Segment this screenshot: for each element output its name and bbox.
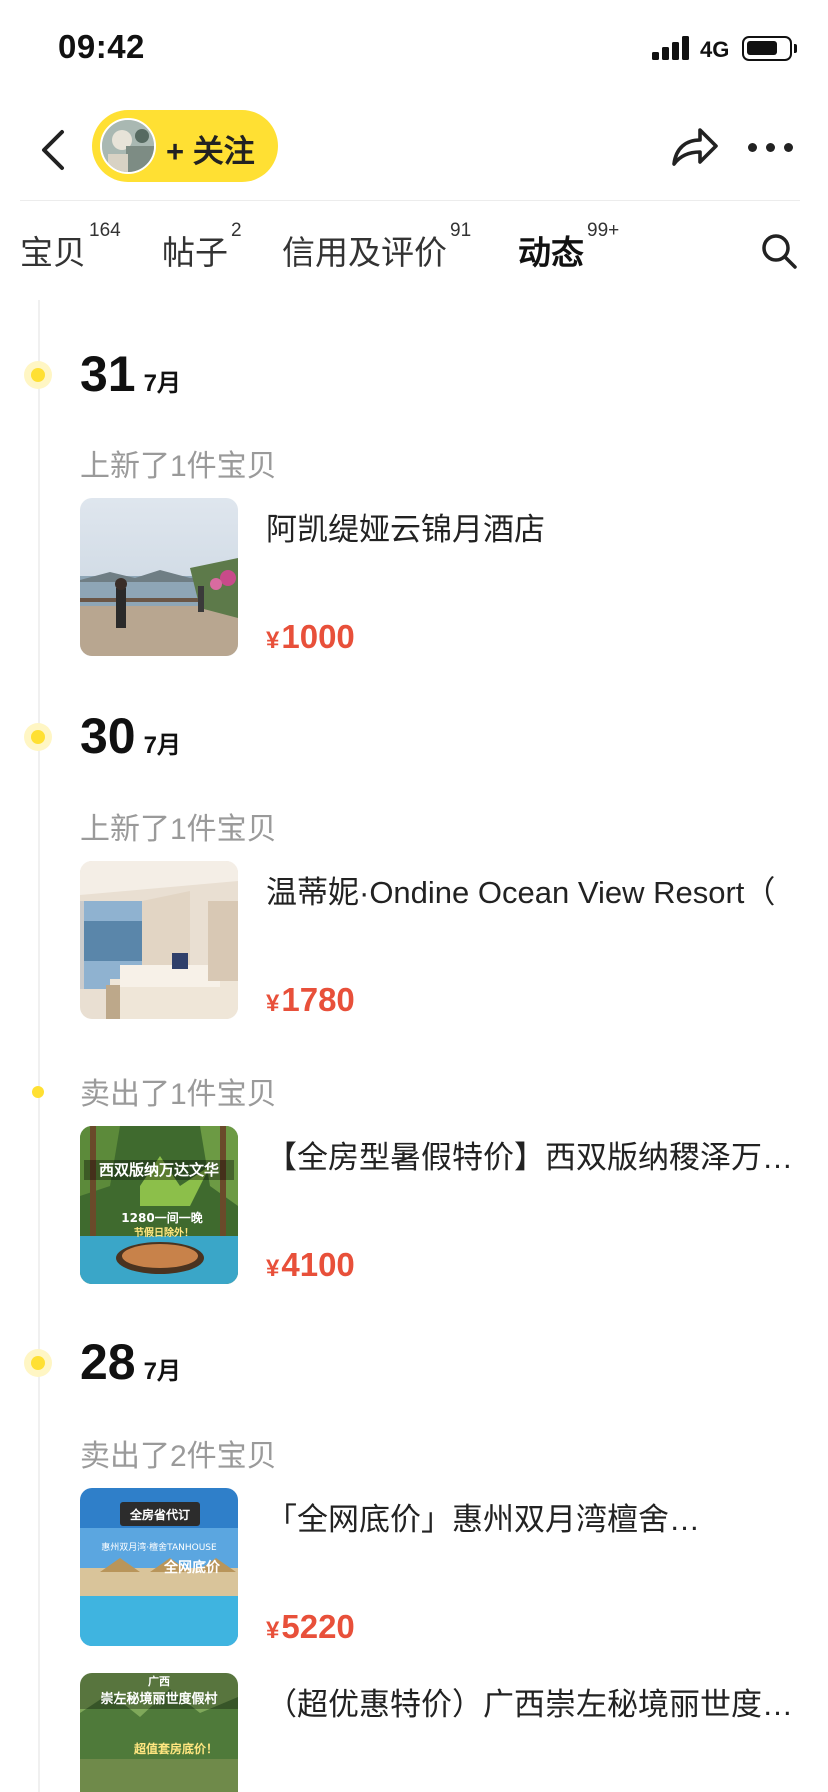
follow-button[interactable]: + 关注 xyxy=(92,110,278,182)
item-title: 阿凯缇娅云锦月酒店 xyxy=(266,512,545,547)
tab-posts[interactable]: 帖子2 xyxy=(162,220,242,274)
event-label: 上新了1件宝贝 xyxy=(80,450,277,483)
timeline-dot xyxy=(24,1349,52,1377)
date-header: 31 7月 xyxy=(80,345,181,403)
thumb-caption: 全房省代订 xyxy=(129,1507,190,1522)
timeline-dot-small xyxy=(32,1086,44,1098)
tab-items[interactable]: 宝贝164 xyxy=(20,220,121,274)
currency-symbol: ¥ xyxy=(266,1617,280,1644)
item-title: （超优惠特价）广西崇左秘境丽世度… xyxy=(266,1687,793,1722)
item-thumbnail xyxy=(80,498,238,656)
item-thumbnail: 广西 崇左秘境丽世度假村 超值套房底价！ xyxy=(80,1673,238,1792)
date-day: 30 xyxy=(80,708,136,764)
date-header: 30 7月 xyxy=(80,707,181,765)
tab-label: 宝贝 xyxy=(20,234,86,271)
thumb-caption: 崇左秘境丽世度假村 xyxy=(100,1691,217,1707)
list-item[interactable]: 温蒂妮·Ondine Ocean View Resort（ ¥1780 xyxy=(80,861,800,1021)
item-title: 「全网底价」惠州双月湾檀舍… xyxy=(266,1502,700,1537)
share-button[interactable] xyxy=(668,122,720,172)
search-icon xyxy=(762,234,797,269)
tab-activity[interactable]: 动态99+ xyxy=(518,220,619,274)
date-month: 7月 xyxy=(143,1358,181,1385)
tab-label: 帖子 xyxy=(162,234,228,271)
thumb-caption: 超值套房底价！ xyxy=(133,1741,218,1756)
item-price: ¥5220 xyxy=(266,1608,355,1646)
price-value: 1000 xyxy=(281,618,355,655)
item-title: 温蒂妮·Ondine Ocean View Resort（ xyxy=(266,875,776,910)
thumb-caption: 西双版纳万达文华 xyxy=(99,1161,219,1179)
item-thumbnail: 西双版纳万达文华 1280一间一晚 节假日除外！ xyxy=(80,1126,238,1284)
tab-credit-reviews[interactable]: 信用及评价91 xyxy=(282,220,471,274)
thumb-caption: 广西 xyxy=(148,1674,170,1688)
currency-symbol: ¥ xyxy=(266,1255,280,1282)
date-header: 28 7月 xyxy=(80,1333,181,1391)
event-label: 卖出了2件宝贝 xyxy=(80,1440,277,1473)
nav-divider xyxy=(20,200,800,201)
price-value: 1780 xyxy=(281,981,355,1018)
tab-label: 信用及评价 xyxy=(282,234,447,271)
item-title: 【全房型暑假特价】西双版纳稷泽万… xyxy=(266,1140,793,1175)
thumb-caption: 全网底价 xyxy=(163,1559,221,1576)
tab-count: 2 xyxy=(231,220,242,241)
timeline-dot xyxy=(24,723,52,751)
item-price: ¥1780 xyxy=(266,981,355,1019)
list-item[interactable]: 西双版纳万达文华 1280一间一晚 节假日除外！ 【全房型暑假特价】西双版纳稷泽… xyxy=(80,1126,800,1286)
tab-count: 164 xyxy=(89,220,121,241)
date-day: 31 xyxy=(80,346,136,402)
status-time: 09:42 xyxy=(58,28,145,65)
item-thumbnail xyxy=(80,861,238,1019)
battery-cap xyxy=(794,44,797,53)
thumb-caption: 节假日除外！ xyxy=(134,1226,194,1239)
date-month: 7月 xyxy=(143,370,181,397)
tab-label: 动态 xyxy=(518,234,584,271)
price-value: 5220 xyxy=(281,1608,355,1645)
date-month: 7月 xyxy=(143,732,181,759)
list-item[interactable]: 阿凯缇娅云锦月酒店 ¥1000 xyxy=(80,498,800,658)
currency-symbol: ¥ xyxy=(266,990,280,1017)
tab-count: 91 xyxy=(450,220,472,241)
network-type: 4G xyxy=(700,37,730,62)
chevron-left-icon xyxy=(42,130,64,170)
event-label: 卖出了1件宝贝 xyxy=(80,1078,277,1111)
list-item[interactable]: 全房省代订 惠州双月湾·檀舍TANHOUSE 全网底价 「全网底价」惠州双月湾檀… xyxy=(80,1488,800,1648)
tab-count: 99+ xyxy=(587,220,620,241)
timeline-line xyxy=(38,300,40,1792)
thumb-caption: 1280一间一晚 xyxy=(121,1210,202,1225)
status-bar: 09:42 4G xyxy=(0,0,828,100)
thumb-caption: 惠州双月湾·檀舍TANHOUSE xyxy=(101,1541,217,1553)
tab-bar: 宝贝164 帖子2 信用及评价91 动态99+ xyxy=(0,210,828,290)
list-item[interactable]: 广西 崇左秘境丽世度假村 超值套房底价！ （超优惠特价）广西崇左秘境丽世度… xyxy=(80,1673,800,1792)
more-button[interactable] xyxy=(748,136,800,160)
search-button[interactable] xyxy=(760,232,798,270)
avatar xyxy=(100,118,156,174)
signal-icon xyxy=(652,36,692,60)
item-price: ¥4100 xyxy=(266,1246,355,1284)
follow-label: + 关注 xyxy=(166,134,255,169)
item-price: ¥1000 xyxy=(266,618,355,656)
currency-symbol: ¥ xyxy=(266,627,280,654)
back-button[interactable] xyxy=(32,122,78,178)
event-label: 上新了1件宝贝 xyxy=(80,813,277,846)
top-nav: + 关注 xyxy=(0,100,828,200)
battery-icon xyxy=(742,36,792,61)
item-thumbnail: 全房省代订 惠州双月湾·檀舍TANHOUSE 全网底价 xyxy=(80,1488,238,1646)
timeline-dot xyxy=(24,361,52,389)
date-day: 28 xyxy=(80,1334,136,1390)
price-value: 4100 xyxy=(281,1246,355,1283)
share-icon xyxy=(672,128,718,166)
